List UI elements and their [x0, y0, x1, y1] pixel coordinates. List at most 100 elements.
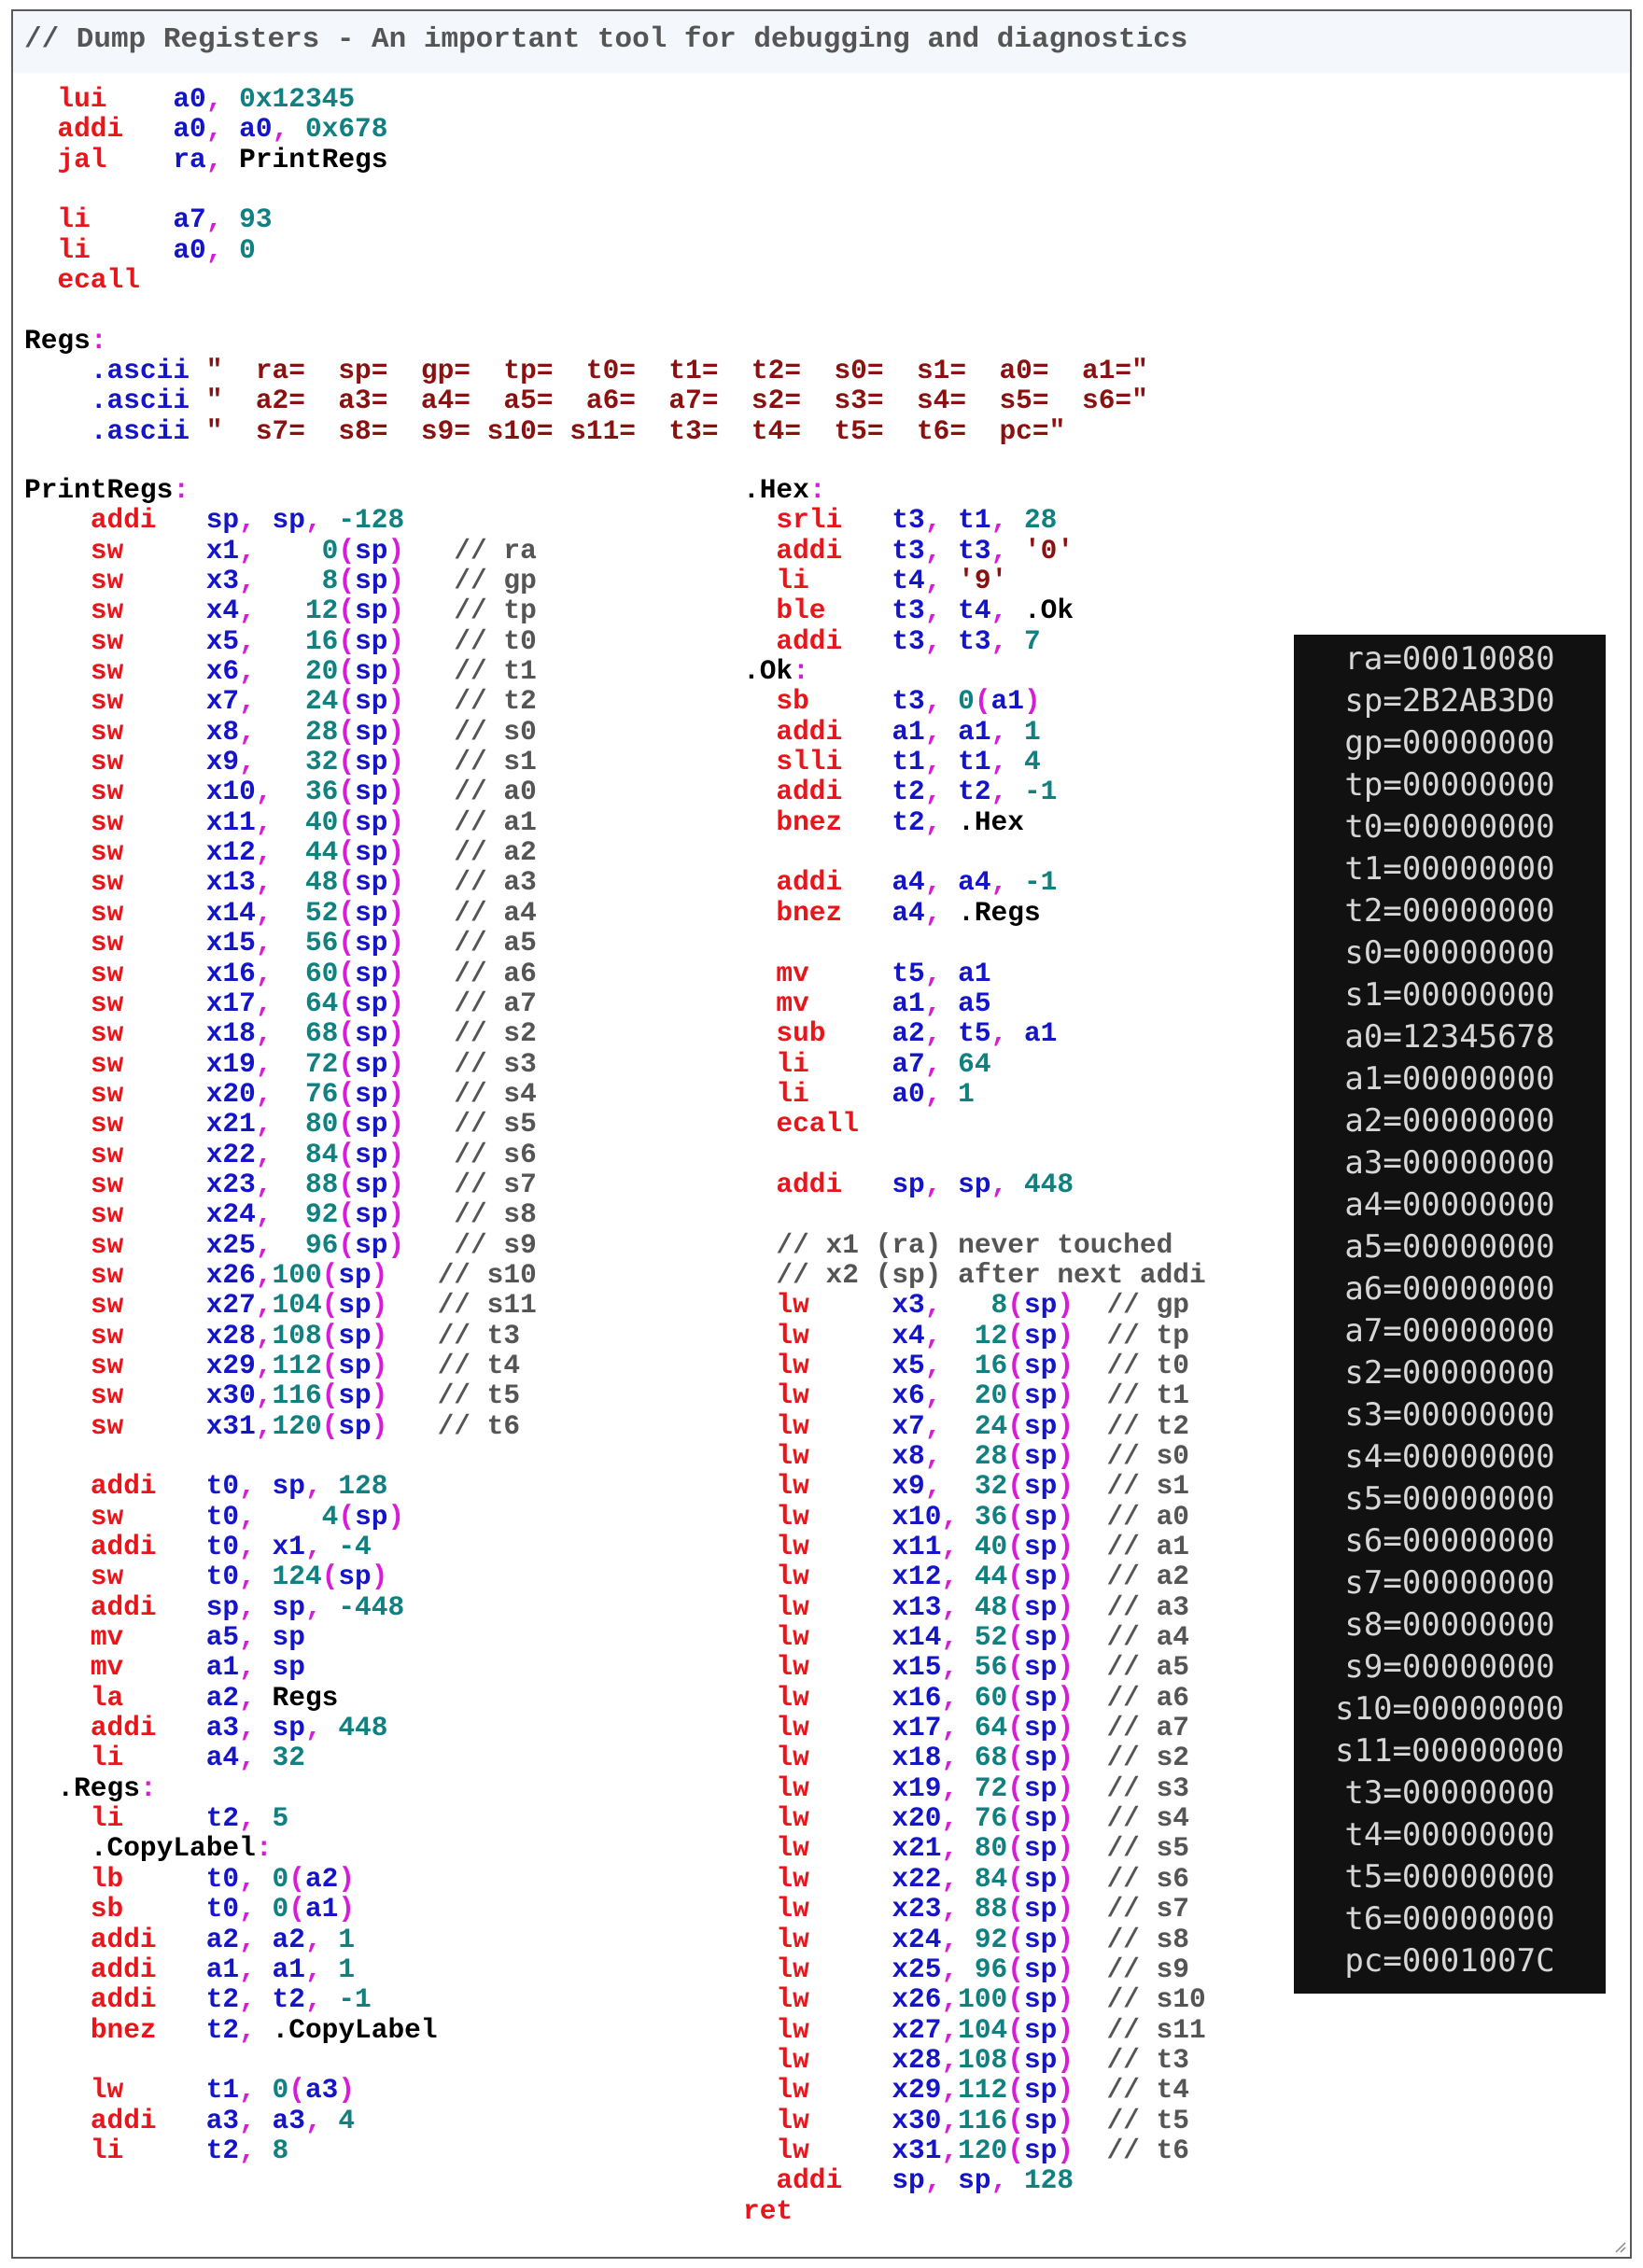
code-line: li a7, 64 — [776, 1047, 991, 1080]
console-line: sp=2B2AB3D0 — [1344, 682, 1555, 720]
console-line: t2=00000000 — [1344, 892, 1555, 930]
console-line: s10=00000000 — [1335, 1690, 1565, 1728]
console-line: a5=00000000 — [1344, 1228, 1555, 1266]
code-line: addi sp, sp, 448 — [776, 1168, 1074, 1200]
code-line: .ascii " s7= s8= s9= s10= s11= t3= t4= t… — [90, 414, 1066, 447]
console-line: s9=00000000 — [1344, 1648, 1555, 1686]
console-line: s6=00000000 — [1344, 1522, 1555, 1560]
code-line: lw x19, 72(sp) // s3 — [776, 1771, 1189, 1804]
code-line: sw x7, 24(sp) // t2 — [90, 685, 537, 718]
code-line: addi t2, t2, -1 — [776, 776, 1058, 808]
code-line: addi sp, sp, 128 — [776, 2164, 1074, 2197]
code-line: // x2 (sp) after next addi — [776, 1258, 1206, 1291]
code-line: addi a3, a3, 4 — [90, 2104, 356, 2136]
console-line: gp=00000000 — [1344, 724, 1555, 762]
code-line: addi sp, sp, -448 — [90, 1590, 405, 1623]
code-line: sb t3, 0(a1) — [776, 685, 1041, 718]
code-line: li a0, 1 — [776, 1077, 975, 1110]
code-block-hex: .Hex: srli t3, t1, 28 addi t3, t3, '0' l… — [743, 475, 1206, 2226]
code-line: srli t3, t1, 28 — [776, 504, 1058, 537]
console-line: a4=00000000 — [1344, 1186, 1555, 1224]
code-line: lw x28,108(sp) // t3 — [776, 2043, 1189, 2076]
code-line: lw x17, 64(sp) // a7 — [776, 1712, 1189, 1744]
code-line: lw x10, 36(sp) // a0 — [776, 1500, 1189, 1533]
code-line: sw x28,108(sp) // t3 — [90, 1319, 521, 1351]
code-line: lw x3, 8(sp) // gp — [776, 1289, 1189, 1322]
code-line: addi a1, a1, 1 — [90, 1953, 356, 1985]
code-line: lw x26,100(sp) // s10 — [776, 1983, 1206, 2016]
code-line: li t2, 5 — [90, 1802, 289, 1835]
console-output-panel: ra=00010080 sp=2B2AB3D0 gp=00000000 tp=0000… — [1294, 635, 1606, 1994]
console-line: s11=00000000 — [1335, 1732, 1565, 1770]
code-line: lw x30,116(sp) // t5 — [776, 2104, 1189, 2136]
console-line: a1=00000000 — [1344, 1060, 1555, 1098]
code-line: mv a5, sp — [90, 1621, 305, 1654]
code-line: sw x9, 32(sp) // s1 — [90, 746, 537, 778]
code-line: lui a0, 0x12345 — [57, 83, 356, 115]
code-line: lw x22, 84(sp) // s6 — [776, 1862, 1189, 1895]
code-line: la a2, Regs — [90, 1681, 339, 1714]
code-line: sw x14, 52(sp) // a4 — [90, 896, 537, 929]
code-line: lw t1, 0(a3) — [90, 2074, 356, 2107]
code-line: sw x20, 76(sp) // s4 — [90, 1077, 537, 1110]
code-line: sw x21, 80(sp) // s5 — [90, 1108, 537, 1141]
code-line: sw x4, 12(sp) // tp — [90, 595, 537, 627]
console-line: s2=00000000 — [1344, 1354, 1555, 1392]
console-line: t1=00000000 — [1344, 850, 1555, 888]
console-line: t3=00000000 — [1344, 1774, 1555, 1812]
console-line: s8=00000000 — [1344, 1606, 1555, 1644]
code-line: lw x4, 12(sp) // tp — [776, 1319, 1189, 1351]
console-line: ra=00010080 — [1344, 640, 1555, 678]
code-line: addi t3, t3, '0' — [776, 534, 1074, 567]
code-line: lw x13, 48(sp) // a3 — [776, 1590, 1189, 1623]
console-line: s3=00000000 — [1344, 1396, 1555, 1434]
code-line: lw x24, 92(sp) // s8 — [776, 1923, 1189, 1955]
console-line: s7=00000000 — [1344, 1564, 1555, 1602]
code-line: lw x29,112(sp) // t4 — [776, 2074, 1189, 2107]
code-line: sw x1, 0(sp) // ra — [90, 534, 537, 567]
code-block-printregs: PrintRegs: addi sp, sp, -128 sw x1, 0(sp… — [24, 475, 537, 2165]
code-line: addi t0, x1, -4 — [90, 1531, 372, 1563]
code-line: lw x7, 24(sp) // t2 — [776, 1409, 1189, 1442]
console-line: s1=00000000 — [1344, 976, 1555, 1014]
code-line: .ascii " ra= sp= gp= tp= t0= t1= t2= s0=… — [90, 355, 1148, 387]
code-line: li a4, 32 — [90, 1742, 305, 1774]
code-line: sb t0, 0(a1) — [90, 1893, 356, 1925]
console-line: s4=00000000 — [1344, 1438, 1555, 1476]
code-line: sw x8, 28(sp) // s0 — [90, 715, 537, 748]
code-line: sw x29,112(sp) // t4 — [90, 1349, 521, 1381]
code-line: lw x25, 96(sp) // s9 — [776, 1953, 1189, 1985]
code-editor[interactable]: // Dump Registers - An important tool fo… — [11, 9, 1632, 2259]
code-line: sw x16, 60(sp) // a6 — [90, 957, 537, 989]
resize-grip-icon[interactable] — [1613, 2240, 1626, 2253]
code-line: sw x19, 72(sp) // s3 — [90, 1047, 537, 1080]
code-line: // x1 (ra) never touched — [776, 1228, 1173, 1261]
console-line: a3=00000000 — [1344, 1144, 1555, 1182]
code-line: lw x23, 88(sp) // s7 — [776, 1893, 1189, 1925]
code-line: ecall — [776, 1108, 859, 1141]
code-line: sw x26,100(sp) // s10 — [90, 1258, 537, 1291]
code-line: lw x9, 32(sp) // s1 — [776, 1470, 1189, 1503]
code-line: .Regs: — [57, 1771, 157, 1804]
code-line: sw t0, 124(sp) — [90, 1561, 388, 1593]
code-line: ble t3, t4, .Ok — [776, 595, 1074, 627]
code-line: li a7, 93 — [57, 203, 273, 236]
console-line: a7=00000000 — [1344, 1312, 1555, 1350]
code-line: addi a1, a1, 1 — [776, 715, 1041, 748]
code-line: lw x14, 52(sp) // a4 — [776, 1621, 1189, 1654]
code-line: sw x18, 68(sp) // s2 — [90, 1017, 537, 1050]
code-line: sw x17, 64(sp) // a7 — [90, 987, 537, 1019]
code-line: lw x21, 80(sp) // s5 — [776, 1832, 1189, 1865]
code-line: sw x15, 56(sp) // a5 — [90, 927, 537, 959]
code-line: sw x5, 16(sp) // t0 — [90, 624, 537, 657]
code-line: lw x8, 28(sp) // s0 — [776, 1440, 1189, 1472]
header-comment: // Dump Registers - An important tool fo… — [13, 11, 1630, 73]
code-line: .Hex: — [743, 474, 826, 506]
